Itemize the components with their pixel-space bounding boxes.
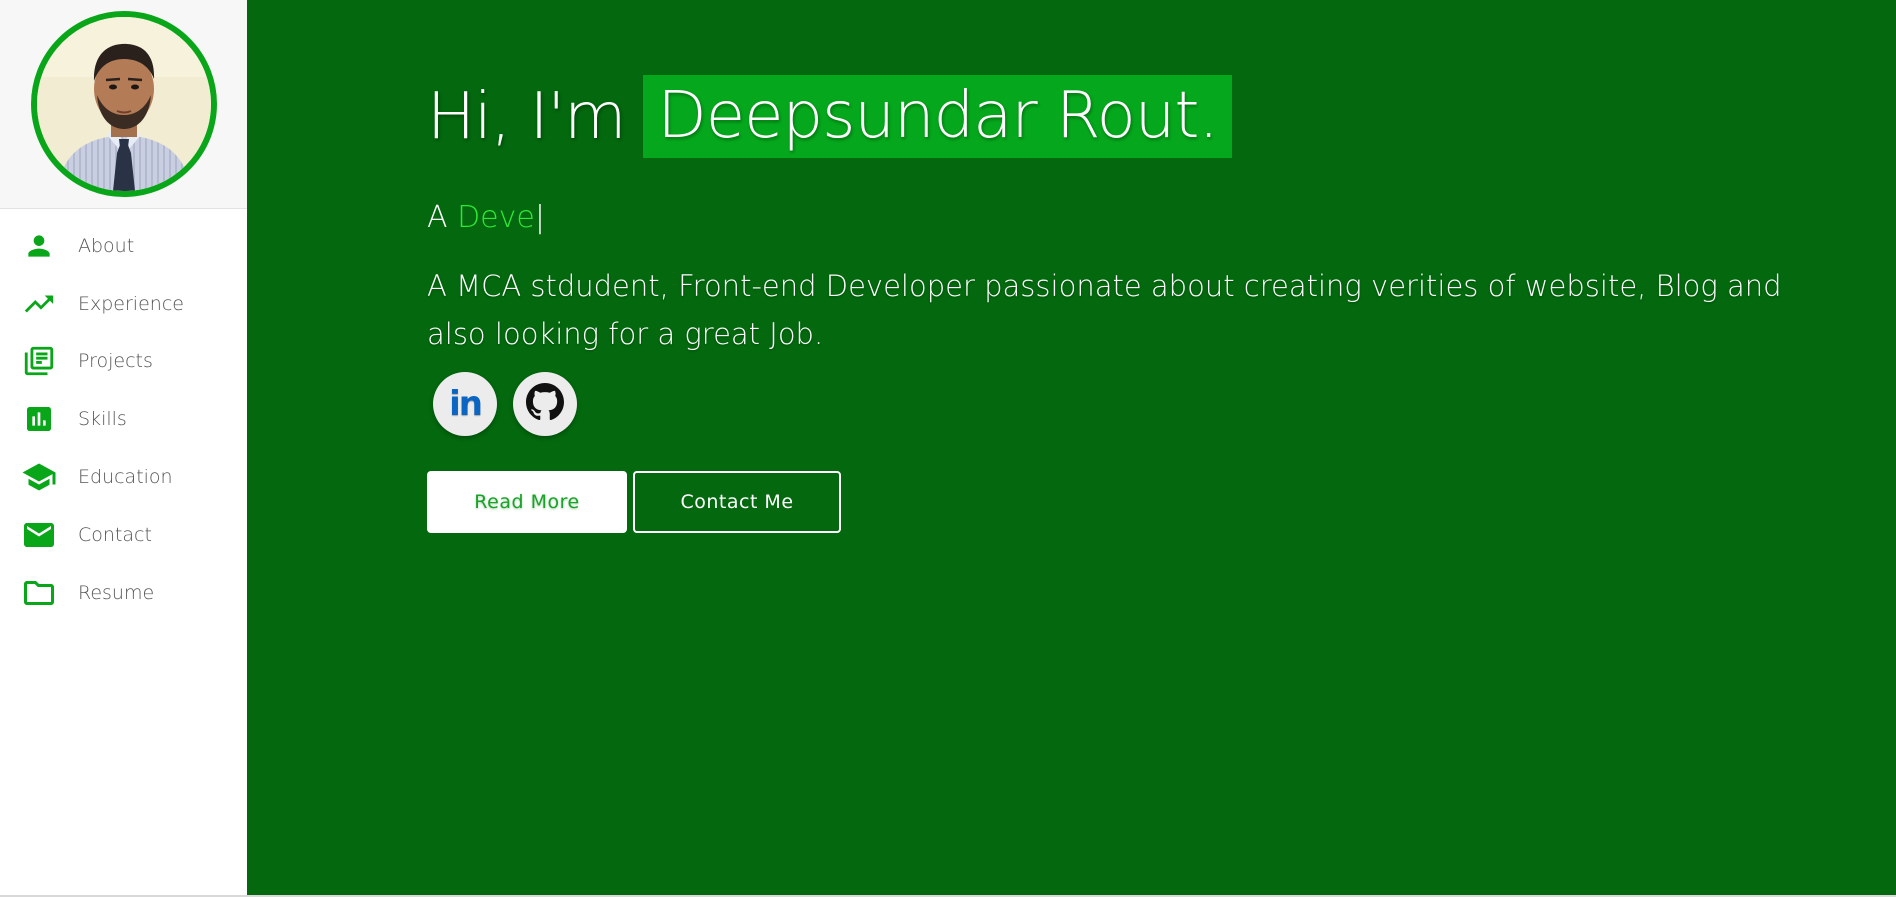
github-button[interactable] [513,372,577,436]
sidebar-item-experience[interactable]: Experience [0,275,247,333]
sidebar-item-skills[interactable]: Skills [0,390,247,448]
sidebar-item-label: About [78,234,135,257]
greeting-prefix: Hi, I'm [427,79,626,154]
bar-chart-icon [21,401,57,437]
sidebar-item-education[interactable]: Education [0,448,247,506]
hero-greeting: Hi, I'm Deepsundar Rout. [427,75,1232,158]
sidebar: About Experience Projects Skills Educati… [0,0,247,895]
sidebar-item-label: Skills [78,408,127,431]
email-icon [21,517,57,553]
trending-up-icon [21,286,57,322]
sidebar-item-projects[interactable]: Projects [0,333,247,391]
avatar [30,11,217,197]
sidebar-item-label: Projects [78,350,153,373]
hero-section: Hi, I'm Deepsundar Rout. A Deve| A MCA s… [247,0,1896,895]
sidebar-item-label: Contact [78,523,152,546]
hero-actions: Read More Contact Me [427,471,841,533]
portfolio-page: About Experience Projects Skills Educati… [0,0,1896,897]
sidebar-item-label: Experience [78,292,184,315]
hero-bio: A MCA stdudent, Front-end Developer pass… [427,269,1782,351]
social-links: in [433,372,577,436]
sidebar-item-resume[interactable]: Resume [0,564,247,622]
sidebar-nav: About Experience Projects Skills Educati… [0,209,247,622]
role-prefix: A [427,200,448,235]
linkedin-icon: in [449,384,483,424]
profile-photo [36,17,211,191]
read-more-button[interactable]: Read More [427,471,627,533]
sidebar-item-about[interactable]: About [0,217,247,275]
sidebar-item-label: Education [78,466,173,489]
contact-me-button[interactable]: Contact Me [633,471,841,533]
role-typed-text: Deve [457,200,535,235]
sidebar-item-contact[interactable]: Contact [0,506,247,564]
hero-name: Deepsundar Rout. [643,75,1232,158]
linkedin-button[interactable]: in [433,372,497,436]
person-icon [21,228,57,264]
school-icon [21,459,57,495]
profile-header [0,0,247,209]
library-books-icon [21,343,57,379]
folder-icon [21,575,57,611]
typing-cursor: | [534,200,545,235]
role-typewriter: A Deve| [427,200,545,235]
sidebar-item-label: Resume [78,581,155,604]
github-icon [526,383,564,425]
